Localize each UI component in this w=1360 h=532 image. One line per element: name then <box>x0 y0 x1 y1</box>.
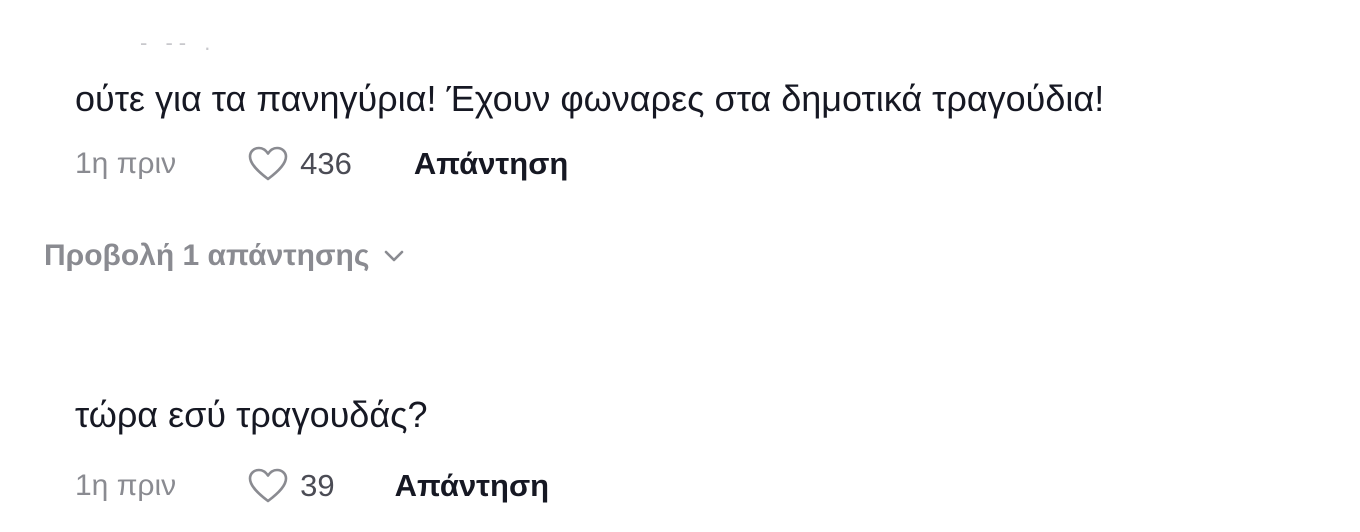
comment-text: τώρα εσύ τραγουδάς? <box>75 394 428 435</box>
view-replies-button[interactable]: Προβολή 1 απάντησης <box>44 234 405 278</box>
view-replies-label: Προβολή 1 απάντησης <box>44 239 370 272</box>
like-button[interactable]: 436 <box>248 146 352 182</box>
like-count: 436 <box>300 146 352 181</box>
chevron-down-icon <box>385 250 404 262</box>
reply-button[interactable]: Απάντηση <box>395 468 549 504</box>
like-count: 39 <box>300 468 335 503</box>
comment-text: ούτε για τα πανηγύρια! Έχουν φωναρες στα… <box>75 78 1105 119</box>
comment-timestamp: 1η πριν <box>75 469 177 502</box>
comment-meta-row: 1η πριν 39 Απάντηση <box>75 464 549 508</box>
heart-outline-icon <box>248 146 288 181</box>
like-button[interactable]: 39 <box>248 468 335 504</box>
comment-meta-row: 1η πριν 436 Απάντηση <box>75 142 568 186</box>
reply-button[interactable]: Απάντηση <box>414 146 568 182</box>
comment-timestamp: 1η πριν <box>75 147 177 180</box>
heart-outline-icon <box>248 468 288 503</box>
faded-username: ‐ ‐‐ . <box>140 30 217 55</box>
